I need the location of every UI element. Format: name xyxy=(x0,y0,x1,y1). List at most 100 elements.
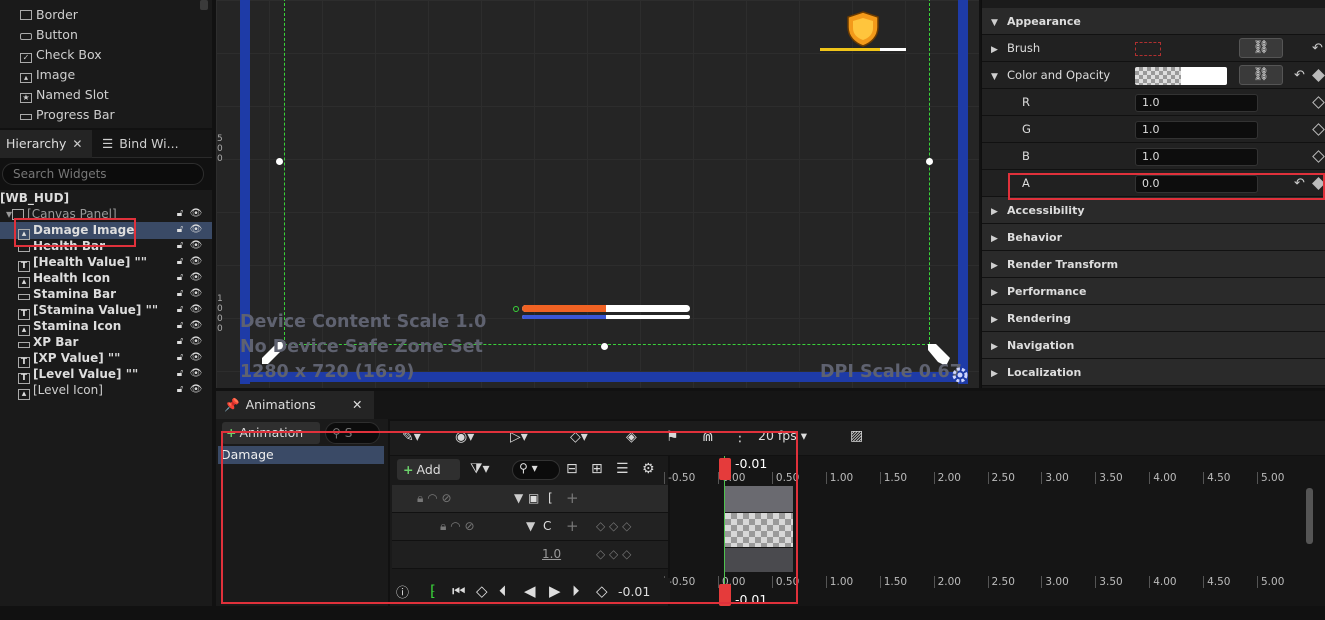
tree-item-health-value[interactable]: T [Health Value] "" xyxy=(18,254,147,272)
color-swatch[interactable] xyxy=(1135,67,1227,85)
key-nav-icon[interactable]: ◇ ◇ ◇ xyxy=(596,547,631,561)
tree-item-damage-image[interactable]: ▴ Damage Image xyxy=(18,222,134,240)
next-key-icon[interactable]: ◇ xyxy=(596,582,608,600)
reset-icon[interactable]: ↶ xyxy=(1294,62,1305,89)
keyframe-diamond-icon[interactable] xyxy=(1312,96,1325,109)
eye-icon[interactable]: 👁︎ xyxy=(188,238,204,254)
widget-bounds[interactable] xyxy=(284,0,930,345)
brush-swatch[interactable] xyxy=(1135,42,1161,56)
hierarchy-search-input[interactable]: Search Widgets xyxy=(2,163,204,185)
timeline-scrollbar[interactable] xyxy=(1306,488,1313,544)
eye-icon[interactable]: 👁︎ xyxy=(188,334,204,350)
tab-hierarchy[interactable]: Hierarchy ✕ xyxy=(0,130,92,158)
key-options-icon[interactable]: ◇▾ xyxy=(570,429,588,445)
channel-a-input[interactable]: 0.0 xyxy=(1135,175,1258,193)
section-performance[interactable]: ▶ Performance xyxy=(982,278,1325,305)
key-section-value[interactable] xyxy=(725,548,793,572)
eye-icon[interactable]: 👁︎ xyxy=(188,206,204,222)
expand-icon[interactable]: ⊞ xyxy=(591,461,603,477)
eye-icon[interactable]: 👁︎ xyxy=(188,270,204,286)
next-frame-icon[interactable]: ⏵ xyxy=(572,582,580,600)
add-track-button[interactable]: + Add xyxy=(397,459,460,480)
section-appearance[interactable]: ▼ Appearance xyxy=(982,8,1325,35)
keyframe-diamond-icon[interactable] xyxy=(1312,177,1325,190)
lock-icon[interactable]: 🔒︎ ◠ ⊘ xyxy=(440,519,475,534)
animation-item-damage[interactable]: Damage xyxy=(218,446,384,464)
palette-item-border[interactable]: Border xyxy=(20,5,78,25)
more-options-icon[interactable]: ⋮ xyxy=(733,429,747,445)
unlock-icon[interactable]: 🔓︎ xyxy=(172,318,188,334)
level-bar[interactable] xyxy=(820,48,906,51)
reset-icon[interactable]: ↶ xyxy=(1294,170,1305,197)
reset-icon[interactable]: ↶ xyxy=(1312,35,1323,62)
render-icon[interactable]: ◈ xyxy=(626,429,637,445)
tree-canvas-panel[interactable]: ▾ [Canvas Panel] xyxy=(6,206,117,222)
section-navigation[interactable]: ▶ Navigation xyxy=(982,332,1325,359)
unlock-icon[interactable]: 🔓︎ xyxy=(172,366,188,382)
jump-to-start-icon[interactable]: ⏮ xyxy=(452,582,466,600)
marker-icon[interactable]: ⚑ xyxy=(666,429,679,445)
playback-options-icon[interactable]: ▷▾ xyxy=(510,429,528,445)
unlock-icon[interactable]: 🔓︎ xyxy=(172,382,188,398)
track-search-input[interactable]: ⚲ ▾ xyxy=(512,460,560,480)
tab-animations[interactable]: 📌 Animations ✕ xyxy=(216,391,374,419)
unlock-icon[interactable]: 🔓︎ xyxy=(172,206,188,222)
track-row-widget[interactable]: 🔒︎ ◠ ⊘ ▼ ▣ [ + xyxy=(392,485,668,513)
unlock-icon[interactable]: 🔓︎ xyxy=(172,286,188,302)
prev-key-icon[interactable]: ◇ xyxy=(476,582,488,600)
key-nav-icon[interactable]: ◇ ◇ ◇ xyxy=(596,519,631,533)
lock-icon[interactable]: 🔒︎ ◠ ⊘ xyxy=(417,491,452,506)
curve-editor-icon[interactable]: ▨ xyxy=(850,428,863,444)
prop-brush[interactable]: ▶ Brush ⛓ ↶ xyxy=(982,35,1325,62)
resize-handle-left[interactable] xyxy=(276,158,283,165)
playhead-bottom-marker[interactable] xyxy=(719,584,731,606)
list-icon[interactable]: ☰ xyxy=(616,461,629,477)
track-row-color[interactable]: 🔒︎ ◠ ⊘ ▼ C + ◇ ◇ ◇ xyxy=(392,513,668,541)
dpi-settings-icon[interactable] xyxy=(950,365,970,385)
health-bar-preview[interactable] xyxy=(522,305,690,312)
palette-item-progress-bar[interactable]: Progress Bar xyxy=(20,105,115,125)
keyframe-diamond-icon[interactable] xyxy=(1312,123,1325,136)
key-section-color[interactable] xyxy=(725,513,793,547)
brush-link-button[interactable]: ⛓ xyxy=(1239,38,1283,58)
stamina-bar-preview[interactable] xyxy=(522,315,690,319)
collapse-icon[interactable]: ⊟ xyxy=(566,461,578,477)
resize-handle-right[interactable] xyxy=(926,158,933,165)
section-render-transform[interactable]: ▶ Render Transform xyxy=(982,251,1325,278)
unlock-icon[interactable]: 🔓︎ xyxy=(172,238,188,254)
palette-item-checkbox[interactable]: ✓ Check Box xyxy=(20,45,102,65)
play-reverse-icon[interactable]: ◀ xyxy=(524,582,536,600)
animation-search-input[interactable]: ⚲ S xyxy=(325,422,380,444)
play-icon[interactable]: ▶ xyxy=(549,582,561,600)
tree-item-health-icon[interactable]: ▴ Health Icon xyxy=(18,270,110,288)
palette-item-image[interactable]: ▴ Image xyxy=(20,65,75,85)
playhead-top-marker[interactable] xyxy=(719,458,731,480)
filter-icon[interactable]: ⧩▾ xyxy=(470,461,490,477)
info-icon[interactable]: ⓘ xyxy=(396,582,409,601)
section-behavior[interactable]: ▶ Behavior xyxy=(982,224,1325,251)
prop-color-and-opacity[interactable]: ▼ Color and Opacity ⛓ ↶ xyxy=(982,62,1325,89)
key-section-widget[interactable] xyxy=(725,486,793,512)
settings-gear-icon[interactable]: ⚙ xyxy=(642,461,655,477)
color-link-button[interactable]: ⛓ xyxy=(1239,65,1283,85)
tree-item-stamina-value[interactable]: T [Stamina Value] "" xyxy=(18,302,158,320)
unlock-icon[interactable]: 🔓︎ xyxy=(172,254,188,270)
section-accessibility[interactable]: ▶ Accessibility xyxy=(982,197,1325,224)
section-localization[interactable]: ▶ Localization xyxy=(982,359,1325,386)
range-start-icon[interactable]: ⁅ xyxy=(430,582,436,600)
close-icon[interactable]: ✕ xyxy=(352,391,362,419)
snap-magnet-icon[interactable]: ⋒ xyxy=(702,429,714,445)
eye-icon[interactable]: 👁︎ xyxy=(188,350,204,366)
tree-item-health-bar[interactable]: Health Bar xyxy=(18,238,105,254)
keyframe-diamond-icon[interactable] xyxy=(1312,150,1325,163)
eye-icon[interactable]: 👁︎ xyxy=(188,222,204,238)
close-icon[interactable]: ✕ xyxy=(72,137,82,151)
prev-frame-icon[interactable]: ⏴ xyxy=(499,582,507,600)
tree-item-level-value[interactable]: T [Level Value] "" xyxy=(18,366,138,384)
eye-icon[interactable]: 👁︎ xyxy=(188,286,204,302)
transform-tool-icon[interactable]: ✎▾ xyxy=(402,429,421,445)
unlock-icon[interactable]: 🔓︎ xyxy=(172,302,188,318)
fps-selector[interactable]: 20 fps ▾ xyxy=(758,428,807,443)
visibility-icon[interactable]: ◉▾ xyxy=(455,429,474,445)
channel-g-input[interactable]: 1.0 xyxy=(1135,121,1258,139)
